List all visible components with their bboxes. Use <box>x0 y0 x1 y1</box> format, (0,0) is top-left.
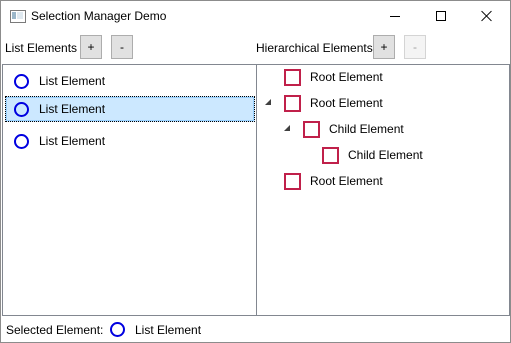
close-icon <box>481 10 493 22</box>
list-item-label: List Element <box>39 102 106 116</box>
tree-node-label: Child Element <box>348 148 423 162</box>
circle-icon <box>14 134 29 149</box>
square-icon <box>284 95 301 112</box>
square-icon <box>303 121 320 138</box>
list-panel[interactable]: List Element List Element List Element <box>2 64 258 316</box>
status-bar: Selected Element: List Element <box>1 316 510 342</box>
maximize-icon <box>436 11 446 21</box>
square-icon <box>284 173 301 190</box>
list-item[interactable]: List Element <box>5 128 255 154</box>
expanded-arrow-icon[interactable] <box>284 125 290 131</box>
maximize-button[interactable] <box>418 1 464 31</box>
square-icon <box>284 69 301 86</box>
tree-panel[interactable]: Root Element Root Element Child Element … <box>256 64 510 316</box>
circle-icon <box>14 102 29 117</box>
tree-node-label: Child Element <box>329 122 404 136</box>
tree-node[interactable]: Root Element <box>257 69 507 93</box>
list-item-selected[interactable]: List Element <box>5 96 255 122</box>
tree-node[interactable]: Root Element <box>257 173 507 197</box>
tree-node-label: Root Element <box>310 70 383 84</box>
circle-icon <box>14 74 29 89</box>
tree-node[interactable]: Child Element <box>257 147 507 171</box>
app-window: Selection Manager Demo List Elements + -… <box>0 0 511 343</box>
tree-node[interactable]: Child Element <box>257 121 507 145</box>
add-list-element-button[interactable]: + <box>80 35 102 59</box>
title-bar[interactable]: Selection Manager Demo <box>1 1 510 31</box>
remove-hierarchical-element-button[interactable]: - <box>404 35 426 59</box>
window-title: Selection Manager Demo <box>31 9 167 23</box>
tree-node-label: Root Element <box>310 174 383 188</box>
minimize-button[interactable] <box>372 1 418 31</box>
square-icon <box>322 147 339 164</box>
tree-node[interactable]: Root Element <box>257 95 507 119</box>
remove-list-element-button[interactable]: - <box>111 35 133 59</box>
expanded-arrow-icon[interactable] <box>265 99 271 105</box>
selected-element-value: List Element <box>135 323 202 337</box>
circle-icon <box>110 322 125 337</box>
selected-element-label: Selected Element: <box>6 323 104 337</box>
minimize-icon <box>390 16 400 17</box>
list-item[interactable]: List Element <box>5 68 255 94</box>
app-window-icon[interactable] <box>10 10 26 23</box>
list-elements-label: List Elements <box>5 41 78 55</box>
hierarchical-elements-label: Hierarchical Elements <box>256 41 373 55</box>
list-item-label: List Element <box>39 74 106 88</box>
close-button[interactable] <box>464 1 510 31</box>
list-item-label: List Element <box>39 134 106 148</box>
tree-node-label: Root Element <box>310 96 383 110</box>
add-hierarchical-element-button[interactable]: + <box>373 35 395 59</box>
